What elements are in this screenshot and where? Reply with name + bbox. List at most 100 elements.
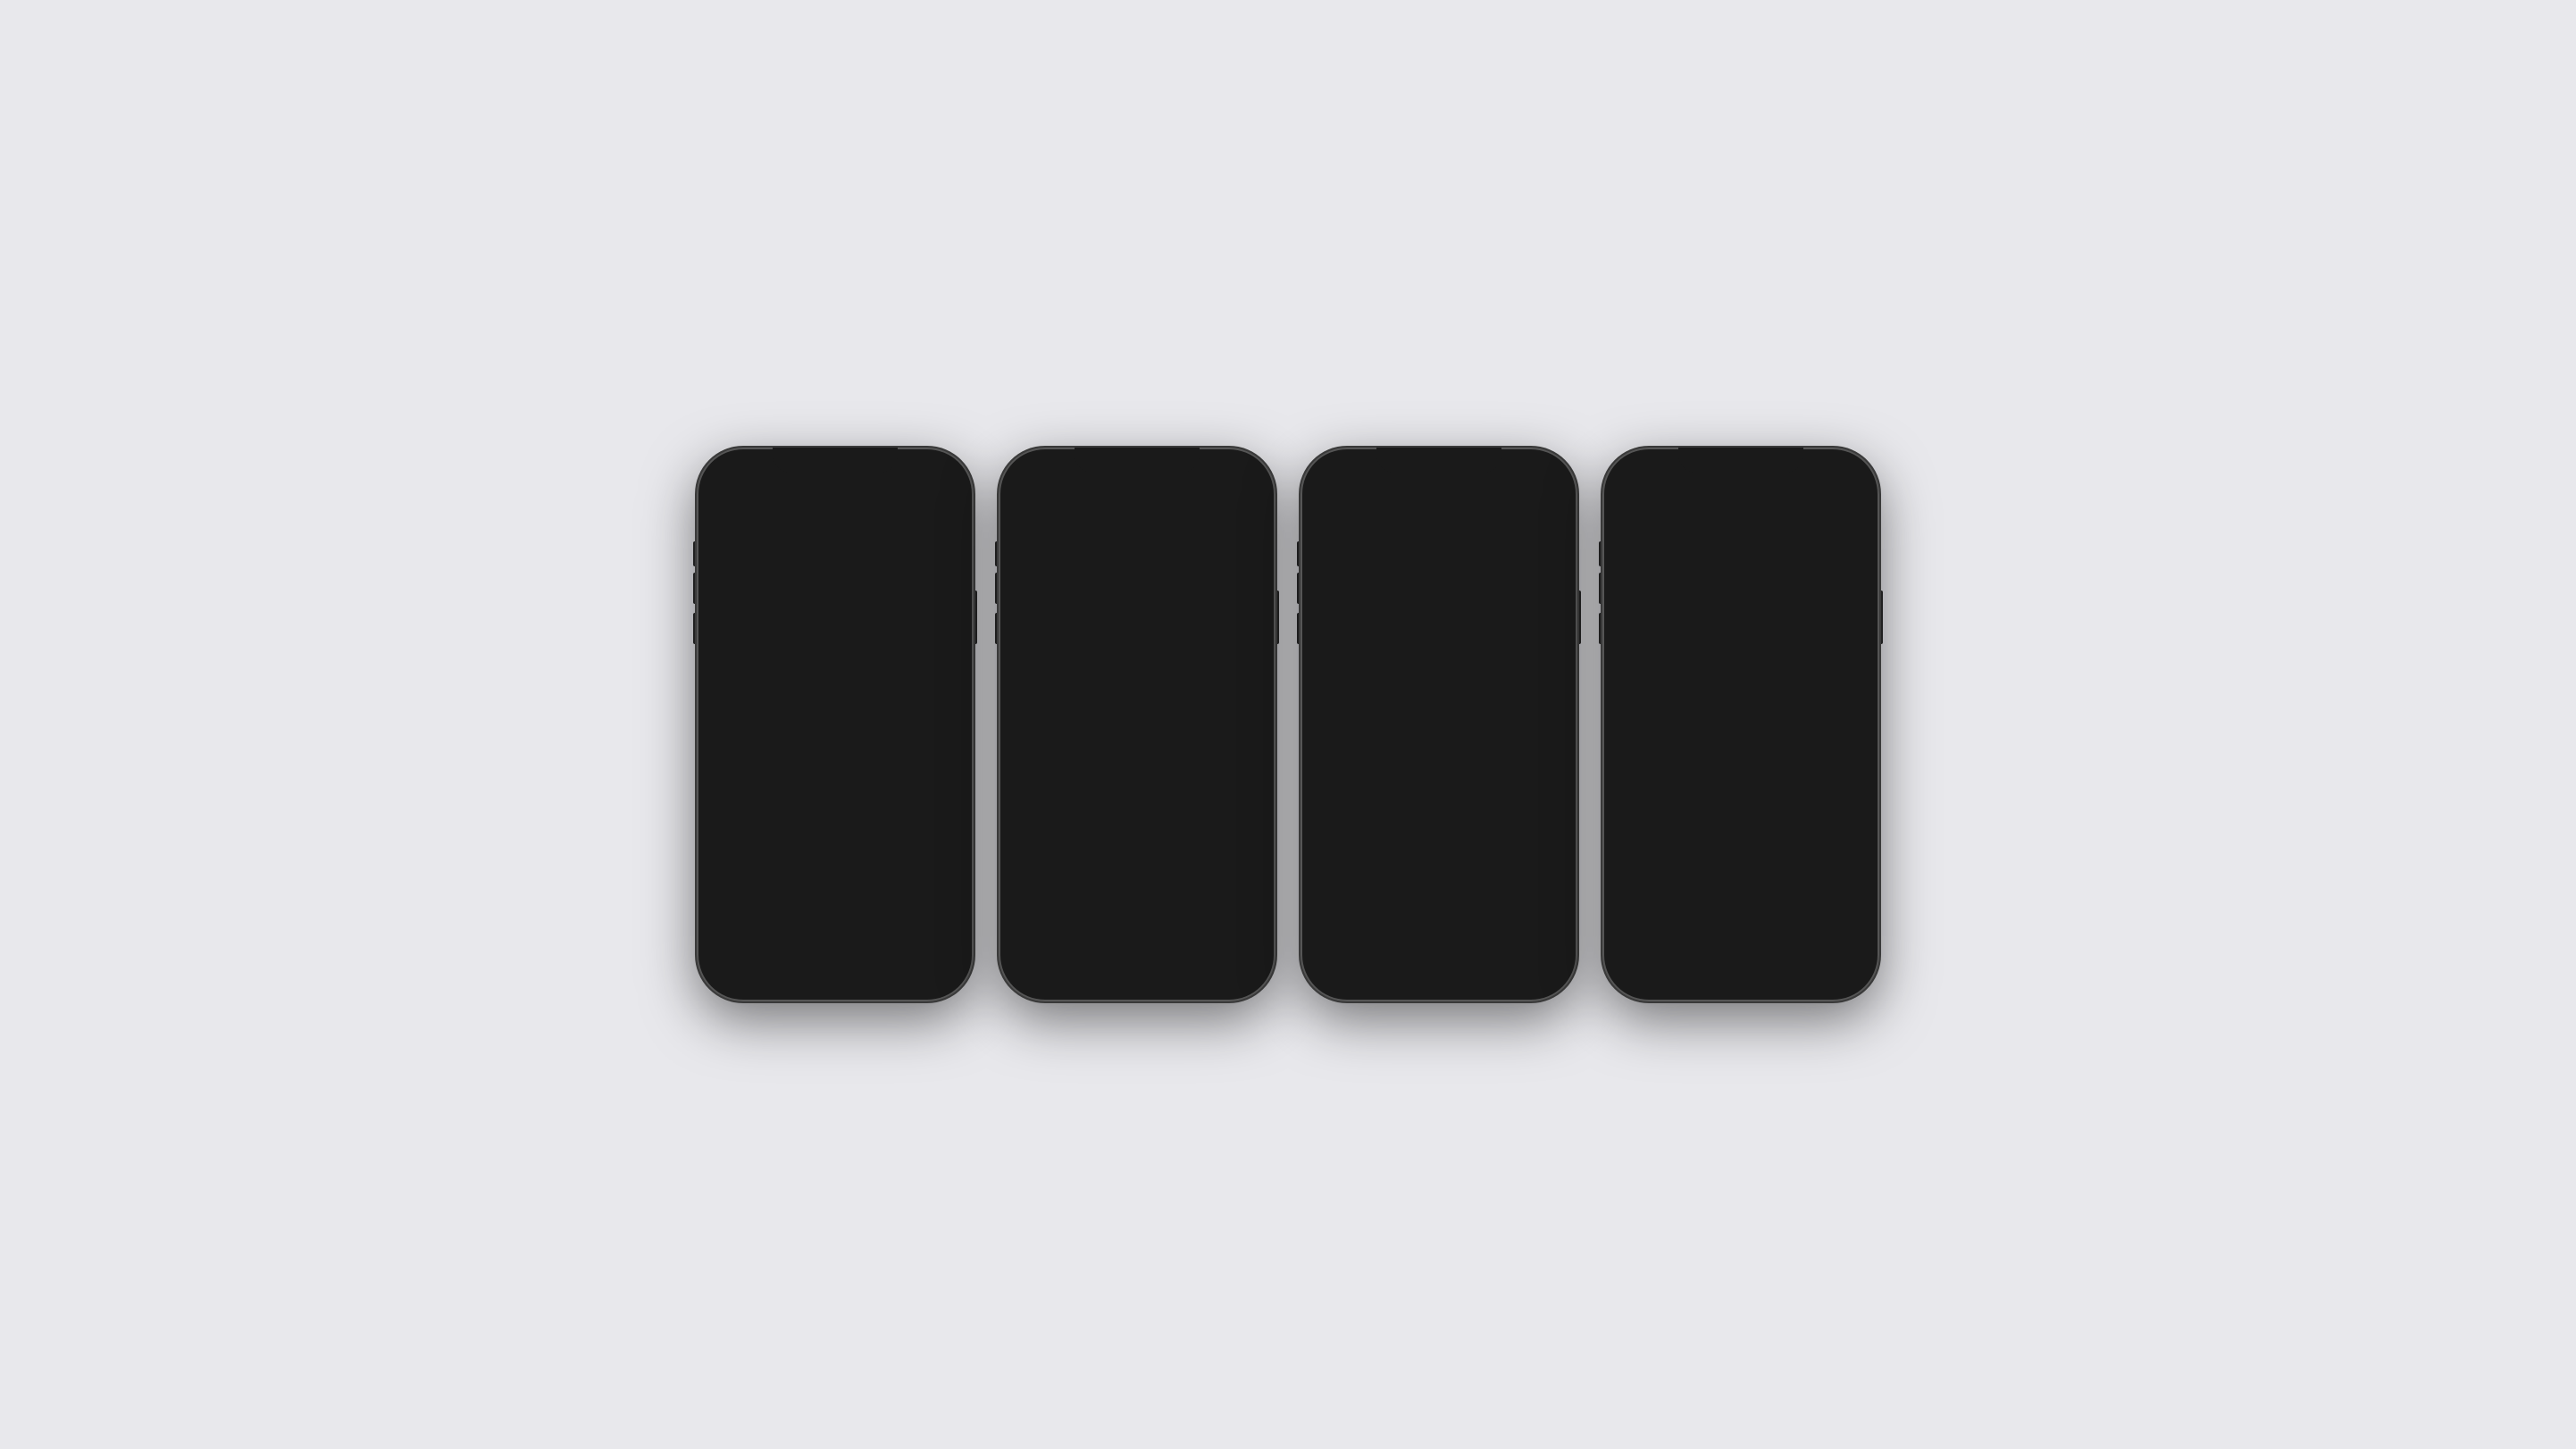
nav-explore-1[interactable]: 🔍 Explore (716, 942, 770, 984)
layer-btn-1[interactable]: ⧉ (931, 535, 963, 567)
nav-icon-1[interactable] (934, 499, 952, 517)
nav-driving-2[interactable]: 🚗 Driving (1110, 954, 1164, 985)
search-input-4[interactable]: Search here (1651, 502, 1810, 515)
event-date-1: 03 FEB (722, 850, 763, 877)
quick-link-restaurants[interactable]: 🍴 Restaurants (1009, 906, 1105, 932)
work-icon: 💼 (1617, 865, 1645, 893)
lunch-section-1: LUNCH MAGNIFICENT MILE 45° (697, 900, 974, 932)
bottom-panel-1: 03 FEB Festival of Films from Iran Sat—T… (697, 828, 974, 1001)
nav-icon-4[interactable] (1840, 499, 1858, 517)
alert-icon-1: ! (718, 498, 738, 518)
category-row-2: 🍳 Breakfast ☕ Coffee 🍽️ D (999, 839, 1275, 906)
wifi-icon-4: WiFi (1811, 472, 1829, 482)
transit-icon-2: 🚇 (1219, 954, 1239, 973)
battery-icon-3: ▰▰▰ (1532, 472, 1552, 482)
nav-transit-4[interactable]: 🚇 Transit (1806, 942, 1860, 984)
search-input-2[interactable]: Search here (1047, 502, 1206, 515)
atm-icon: 💳 (1126, 911, 1142, 926)
event-info-1: Festival of Films from Iran Sat—Thu (775, 853, 913, 875)
mic-icon-2[interactable]: 🎤 (1213, 499, 1231, 517)
phone-2: E Illinois St 1:29 ●●● WiFi ▰▰▰ ! Search… (999, 448, 1275, 1001)
event-thumb-1 (913, 846, 949, 882)
event-card-1[interactable]: 03 FEB Festival of Films from Iran Sat—T… (707, 835, 963, 892)
bottom-nav-4: 🔍 Explore 🚗 Driving 🚇 Transit (1602, 932, 1879, 1001)
status-icons-4: ●●● WiFi ▰▰▰ (1791, 472, 1854, 482)
add-home-plus[interactable]: + (1854, 815, 1865, 835)
transit-icon-4: 🚇 (1823, 947, 1843, 965)
map-label-3c: ⊕ Apple Michigan Avenue (1372, 702, 1454, 710)
category-coffee[interactable]: ☕ Coffee (1083, 846, 1122, 899)
bottom-panel-3: 📍 Apple Michigan Avenue 2 hr 10 min › Vi… (1301, 840, 1577, 1001)
map-label-3f: E Lower Wacker Dr (1302, 626, 1364, 634)
alert-icon-4: ! (1624, 498, 1643, 518)
nav-icon-3[interactable] (1538, 499, 1556, 517)
status-time-1: 1:29 (722, 468, 745, 482)
driving-icon-2: 🚗 (1127, 954, 1147, 973)
nav-explore-4[interactable]: 🔍 Explore (1622, 947, 1676, 978)
nav-driving-4[interactable]: 🚗 Driving (1714, 947, 1768, 978)
category-breakfast[interactable]: 🍳 Breakfast (1014, 846, 1053, 899)
breakfast-icon: 🍳 (1022, 855, 1044, 877)
add-work-plus[interactable]: + (1854, 869, 1865, 890)
signal-icon: ●●● (885, 472, 901, 482)
mic-icon-4[interactable]: 🎤 (1817, 499, 1835, 517)
search-bar-2[interactable]: ! Search here 🎤 (1009, 490, 1265, 526)
explore-icon-3: 🔍 (1336, 947, 1356, 966)
category-drinks[interactable]: 🍹 Drinks (1221, 846, 1260, 899)
nav-driving-3[interactable]: 🚗 Driving (1412, 942, 1466, 984)
map-label-4f: E Lower Wacker Dr (1604, 622, 1666, 630)
phone-4: E Illinois St Divvy Station;Cityfront Pl… (1602, 448, 1879, 1001)
map-label-4c: ⊕ Apple Michigan Avenue (1692, 698, 1774, 706)
mic-icon-1[interactable]: 🎤 (911, 499, 929, 517)
quick-links-2: 🍴 Restaurants 💳 ATMs (999, 906, 1275, 939)
wifi-icon-3: WiFi (1510, 472, 1527, 482)
restaurant-icon: 🍴 (1020, 911, 1035, 926)
search-input-3[interactable]: Search here (1349, 502, 1508, 515)
food-card-best[interactable]: Best lunches Howells & Hood, Yolk Street… (1009, 721, 1134, 832)
food-cards-2: Best lunches Howells & Hood, Yolk Street… (999, 721, 1275, 839)
map-label-3a: E Illinois St (1327, 573, 1363, 581)
phone-4-screen: E Illinois St Divvy Station;Cityfront Pl… (1602, 448, 1879, 1001)
status-bar-4: 1:29 ●●● WiFi ▰▰▰ (1602, 448, 1879, 487)
location-btn-4[interactable]: ◎ (1836, 728, 1869, 760)
status-bar-3: 1:29 ●●● WiFi ▰▰▰ (1301, 448, 1577, 487)
dinner-icon: 🍽️ (1160, 855, 1183, 877)
map-label-wacker: E Lower Wacker Dr (701, 626, 763, 634)
search-bar-4[interactable]: ! Search here 🎤 (1613, 490, 1869, 526)
nav-transit-1[interactable]: 🚇 Transit (900, 947, 954, 978)
search-bar-1[interactable]: ! Search here 🎤 (707, 490, 963, 526)
phones-container: E Illinois St Tribune Tower ⊕ Apple Mich… (661, 412, 1915, 1037)
transit-icon-3: 🚇 (1521, 947, 1541, 966)
map-label-apple: ⊕ Apple Michigan Avenue (786, 720, 868, 728)
quick-link-atms[interactable]: 💳 ATMs (1116, 906, 1183, 932)
back-icon-3[interactable]: ← (1322, 498, 1342, 518)
layer-btn-3[interactable]: ⧉ (1535, 535, 1567, 567)
search-input-1[interactable]: Search here (745, 502, 904, 515)
event-thumb-2 (1215, 635, 1250, 671)
bottom-nav-3: 🔍 Explore 🚗 Driving 🚇 Transit (1301, 932, 1577, 1001)
phone-2-screen: E Illinois St 1:29 ●●● WiFi ▰▰▰ ! Search… (999, 448, 1275, 1001)
add-work-row[interactable]: 💼 Add work + (1602, 852, 1879, 907)
event-date-2: 03 FEB (1024, 640, 1065, 666)
nav-explore-3[interactable]: 🔍 Explore (1320, 947, 1374, 978)
event-card-2[interactable]: 03 FEB Festival of Films from Iran Sat—T… (1009, 624, 1265, 682)
search-bar-3[interactable]: ← Search here 🎤 (1311, 490, 1567, 526)
food-card-cheap[interactable]: Chea... West... (1142, 721, 1267, 832)
add-home-row[interactable]: 🏠 Add home + (1602, 798, 1879, 852)
home-icon: 🏠 (1617, 810, 1645, 839)
layer-btn-4[interactable]: ⧉ (1836, 535, 1869, 567)
bottom-panel-2: 03 FEB Festival of Films from Iran Sat—T… (999, 617, 1275, 1001)
dest-dot-3: 📍 (1322, 858, 1340, 875)
status-time-3: 1:29 (1326, 468, 1349, 482)
nav-transit-2[interactable]: 🚇 Transit (1202, 954, 1256, 985)
mic-icon-3[interactable]: 🎤 (1515, 499, 1533, 517)
battery-icon-4: ▰▰▰ (1834, 472, 1854, 482)
phone-3: E Illinois St Tribune Tower ⊕ Apple Mich… (1301, 448, 1577, 1001)
nav-driving-1[interactable]: 🚗 Driving (808, 947, 862, 978)
bottom-nav-2: 🔍 Explore 🚗 Driving 🚇 Transit (999, 939, 1275, 1001)
nav-transit-3[interactable]: 🚇 Transit (1504, 947, 1558, 978)
nav-icon-2[interactable] (1236, 499, 1254, 517)
category-dinner[interactable]: 🍽️ Dinner (1152, 846, 1192, 899)
nav-explore-2[interactable]: 🔍 Explore (1018, 949, 1072, 991)
coffee-icon: ☕ (1091, 855, 1114, 877)
